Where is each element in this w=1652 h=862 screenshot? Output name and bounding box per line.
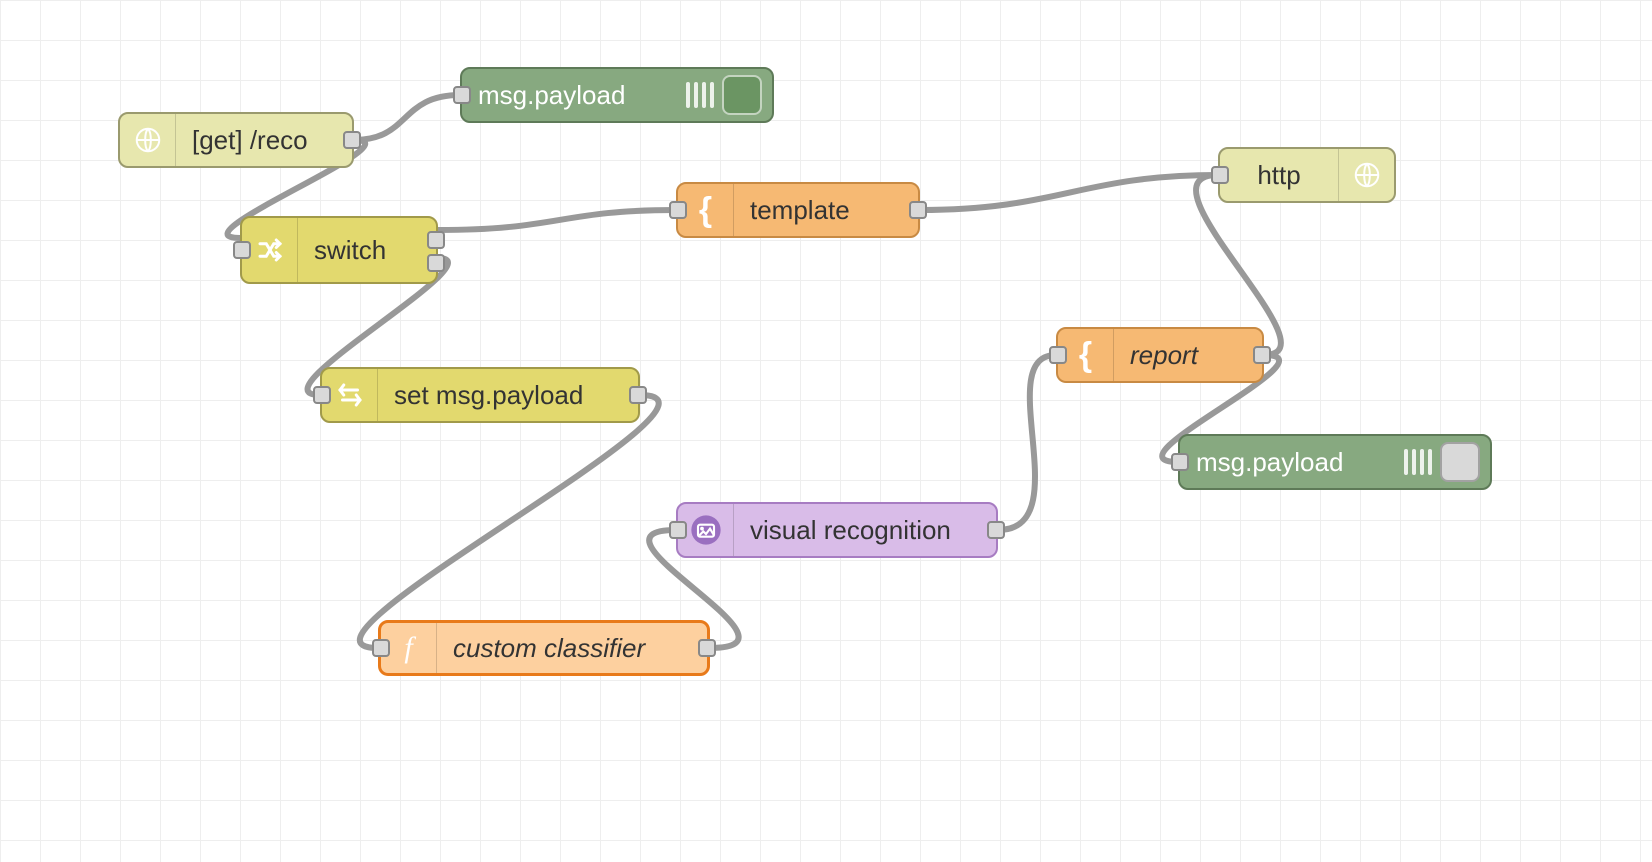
node-switch[interactable]: switch bbox=[240, 216, 438, 284]
node-debug-top[interactable]: msg.payload bbox=[460, 67, 774, 123]
node-label: http bbox=[1220, 160, 1338, 191]
debug-gadget bbox=[686, 75, 772, 115]
node-http-in[interactable]: [get] /reco bbox=[118, 112, 354, 168]
node-custom-classifier[interactable]: f custom classifier bbox=[378, 620, 710, 676]
debug-toggle[interactable] bbox=[1440, 442, 1480, 482]
globe-icon bbox=[120, 114, 176, 166]
node-visual-recognition[interactable]: visual recognition bbox=[676, 502, 998, 558]
debug-gadget bbox=[1404, 442, 1490, 482]
node-change[interactable]: set msg.payload bbox=[320, 367, 640, 423]
port-out-2[interactable] bbox=[427, 254, 445, 272]
node-label: msg.payload bbox=[1180, 447, 1359, 478]
node-label: visual recognition bbox=[734, 515, 967, 546]
node-http-out[interactable]: http bbox=[1218, 147, 1396, 203]
port-in[interactable] bbox=[1049, 346, 1067, 364]
port-out[interactable] bbox=[343, 131, 361, 149]
port-in[interactable] bbox=[372, 639, 390, 657]
port-out[interactable] bbox=[629, 386, 647, 404]
node-debug-bottom[interactable]: msg.payload bbox=[1178, 434, 1492, 490]
port-in[interactable] bbox=[1171, 453, 1189, 471]
port-in[interactable] bbox=[453, 86, 471, 104]
port-out-1[interactable] bbox=[427, 231, 445, 249]
node-label: template bbox=[734, 195, 866, 226]
port-in[interactable] bbox=[313, 386, 331, 404]
port-out[interactable] bbox=[909, 201, 927, 219]
port-out[interactable] bbox=[698, 639, 716, 657]
node-label: [get] /reco bbox=[176, 125, 324, 156]
debug-toggle[interactable] bbox=[722, 75, 762, 115]
port-in[interactable] bbox=[1211, 166, 1229, 184]
port-out[interactable] bbox=[1253, 346, 1271, 364]
port-in[interactable] bbox=[669, 201, 687, 219]
port-in[interactable] bbox=[233, 241, 251, 259]
node-label: custom classifier bbox=[437, 633, 661, 664]
node-label: msg.payload bbox=[462, 80, 641, 111]
node-template[interactable]: { template bbox=[676, 182, 920, 238]
node-report[interactable]: { report bbox=[1056, 327, 1264, 383]
globe-icon bbox=[1338, 149, 1394, 201]
node-label: report bbox=[1114, 340, 1214, 371]
bars-icon bbox=[686, 82, 714, 108]
node-label: switch bbox=[298, 235, 402, 266]
port-out[interactable] bbox=[987, 521, 1005, 539]
node-label: set msg.payload bbox=[378, 380, 599, 411]
port-in[interactable] bbox=[669, 521, 687, 539]
bars-icon bbox=[1404, 449, 1432, 475]
